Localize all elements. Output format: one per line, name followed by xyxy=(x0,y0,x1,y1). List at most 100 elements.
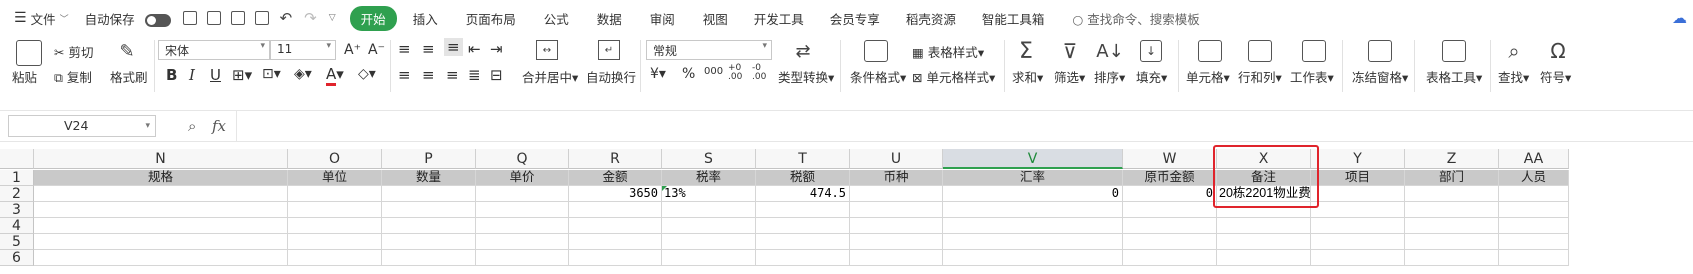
row-header[interactable]: 5 xyxy=(0,234,34,250)
empty-cell[interactable] xyxy=(1405,218,1499,234)
currency-icon[interactable]: ¥▾ xyxy=(650,66,666,82)
omega-icon[interactable]: Ω xyxy=(1546,38,1570,64)
empty-cell[interactable] xyxy=(382,234,476,250)
row-header[interactable]: 1 xyxy=(0,170,34,186)
align-right-icon[interactable]: ≡ xyxy=(446,66,459,84)
number-format-select[interactable]: 常规 ▾ xyxy=(646,40,772,60)
sort-button[interactable]: 排序▾ xyxy=(1094,67,1125,86)
data-cell[interactable] xyxy=(1405,186,1499,202)
data-cell[interactable]: 3650 xyxy=(569,186,662,202)
empty-cell[interactable] xyxy=(1499,218,1569,234)
header-cell[interactable]: 单位 xyxy=(288,170,382,186)
header-cell[interactable]: 人员 xyxy=(1499,170,1569,186)
empty-cell[interactable] xyxy=(943,234,1123,250)
sum-icon[interactable]: Σ xyxy=(1014,38,1038,64)
empty-cell[interactable] xyxy=(850,202,943,218)
tab-data[interactable]: 数据 xyxy=(597,9,622,28)
tab-view[interactable]: 视图 xyxy=(703,9,728,28)
data-cell[interactable] xyxy=(382,186,476,202)
empty-cell[interactable] xyxy=(756,250,850,266)
italic-icon[interactable]: I xyxy=(189,66,195,84)
empty-cell[interactable] xyxy=(1405,234,1499,250)
percent-icon[interactable]: % xyxy=(682,66,695,82)
column-header[interactable]: Y xyxy=(1311,149,1405,169)
cloud-icon[interactable]: ☁ xyxy=(1672,9,1687,27)
data-cell[interactable] xyxy=(1499,186,1569,202)
filter-button[interactable]: 筛选▾ xyxy=(1054,67,1085,86)
decrease-decimal-icon[interactable]: -0.00 xyxy=(752,64,766,82)
customize-quick-access-icon[interactable]: ▽ xyxy=(329,13,336,23)
empty-cell[interactable] xyxy=(476,202,569,218)
decrease-font-icon[interactable]: A⁻ xyxy=(368,42,385,58)
empty-cell[interactable] xyxy=(1405,202,1499,218)
brush-icon[interactable]: ✎ xyxy=(116,40,138,62)
undo-icon[interactable]: ↶ xyxy=(280,9,293,27)
empty-cell[interactable] xyxy=(476,234,569,250)
font-size-select[interactable]: 11 ▾ xyxy=(270,40,336,60)
row-col-icon[interactable] xyxy=(1248,40,1272,62)
cut-button[interactable]: ✂ 剪切 xyxy=(54,42,93,61)
find-button[interactable]: 查找▾ xyxy=(1498,67,1529,86)
empty-cell[interactable] xyxy=(1499,202,1569,218)
merge-center-button[interactable]: 合并居中▾ xyxy=(522,67,578,86)
increase-indent-icon[interactable]: ⇥ xyxy=(490,40,503,58)
file-menu[interactable]: ☰ 文件 ﹀ xyxy=(14,9,69,28)
column-header[interactable]: R xyxy=(569,149,662,169)
align-top-icon[interactable]: ≡ xyxy=(398,40,411,58)
empty-cell[interactable] xyxy=(662,218,756,234)
empty-cell[interactable] xyxy=(569,218,662,234)
format-painter-button[interactable]: 格式刷 xyxy=(110,67,148,86)
tab-formulas[interactable]: 公式 xyxy=(544,9,569,28)
fx-icon[interactable]: fx xyxy=(212,117,226,135)
tab-smart-toolbox[interactable]: 智能工具箱 xyxy=(982,9,1045,28)
distributed-icon[interactable]: ⊟ xyxy=(490,66,503,84)
align-bottom-icon[interactable]: ≡ xyxy=(444,38,463,56)
freeze-panes-icon[interactable] xyxy=(1368,40,1392,62)
decrease-indent-icon[interactable]: ⇤ xyxy=(468,40,481,58)
row-header[interactable]: 4 xyxy=(0,218,34,234)
empty-cell[interactable] xyxy=(382,250,476,266)
header-cell[interactable]: 部门 xyxy=(1405,170,1499,186)
data-cell[interactable]: 13% xyxy=(662,186,756,202)
empty-cell[interactable] xyxy=(288,202,382,218)
tab-review[interactable]: 审阅 xyxy=(650,9,675,28)
column-header[interactable]: S xyxy=(662,149,756,169)
header-cell[interactable]: 规格 xyxy=(34,170,288,186)
data-cell[interactable] xyxy=(850,186,943,202)
column-header[interactable]: Q xyxy=(476,149,569,169)
conditional-format-icon[interactable] xyxy=(864,40,888,62)
font-color-icon[interactable]: A▾ xyxy=(326,65,344,86)
empty-cell[interactable] xyxy=(569,250,662,266)
column-header[interactable]: V xyxy=(943,149,1123,169)
empty-cell[interactable] xyxy=(1123,202,1217,218)
data-cell[interactable] xyxy=(288,186,382,202)
header-cell[interactable]: 金额 xyxy=(569,170,662,186)
empty-cell[interactable] xyxy=(1217,218,1311,234)
merge-icon[interactable]: ↔ xyxy=(536,40,558,60)
paste-icon[interactable] xyxy=(16,40,42,66)
bold-icon[interactable]: B xyxy=(166,66,177,84)
empty-cell[interactable] xyxy=(34,202,288,218)
row-header[interactable]: 2 xyxy=(0,186,34,202)
column-header[interactable]: T xyxy=(756,149,850,169)
empty-cell[interactable] xyxy=(943,202,1123,218)
empty-cell[interactable] xyxy=(1311,250,1405,266)
empty-cell[interactable] xyxy=(1123,218,1217,234)
command-search[interactable]: ○ 查找命令、搜索模板 xyxy=(1072,9,1199,28)
export-pdf-icon[interactable] xyxy=(206,11,221,25)
empty-cell[interactable] xyxy=(943,218,1123,234)
worksheet-button[interactable]: 工作表▾ xyxy=(1290,67,1334,86)
empty-cell[interactable] xyxy=(1499,234,1569,250)
empty-cell[interactable] xyxy=(569,234,662,250)
wrap-text-button[interactable]: 自动换行 xyxy=(586,67,636,86)
tab-page-layout[interactable]: 页面布局 xyxy=(466,9,516,28)
empty-cell[interactable] xyxy=(288,218,382,234)
header-cell[interactable]: 原币金额 xyxy=(1123,170,1217,186)
tab-docer-resources[interactable]: 稻壳资源 xyxy=(906,9,956,28)
empty-cell[interactable] xyxy=(756,218,850,234)
empty-cell[interactable] xyxy=(476,218,569,234)
empty-cell[interactable] xyxy=(34,218,288,234)
row-header[interactable]: 6 xyxy=(0,250,34,266)
increase-font-icon[interactable]: A⁺ xyxy=(344,42,361,58)
empty-cell[interactable] xyxy=(1405,250,1499,266)
